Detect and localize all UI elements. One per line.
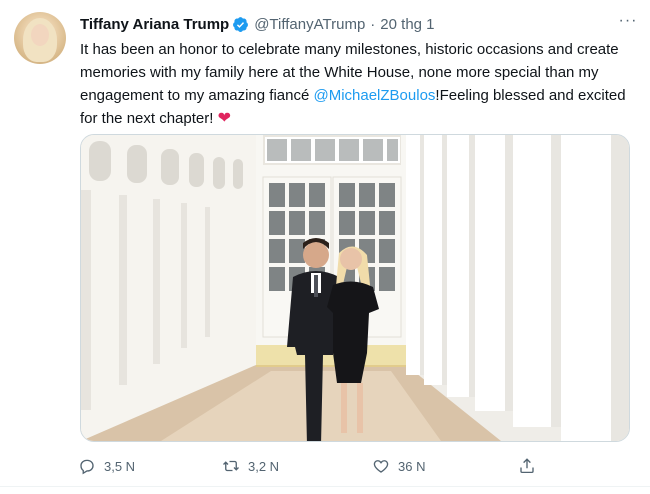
heart-emoji: ❤	[217, 110, 231, 127]
mention-link[interactable]: @MichaelZBoulos	[313, 87, 435, 104]
more-options-icon[interactable]: ···	[618, 12, 638, 30]
share-icon	[520, 458, 534, 474]
header-separator: ·	[370, 15, 376, 33]
retweet-icon	[223, 460, 239, 472]
reply-count: 3,5 N	[104, 458, 136, 474]
retweet-count: 3,2 N	[248, 458, 280, 474]
reply-icon	[80, 459, 94, 475]
tweet-photo[interactable]	[80, 134, 630, 442]
avatar-face	[31, 24, 49, 46]
tweet-date[interactable]: 20 thg 1	[380, 16, 434, 33]
tweet-divider	[0, 486, 650, 487]
like-count: 36 N	[398, 458, 426, 474]
verified-badge-icon	[233, 16, 249, 32]
tweet-text: It has been an honor to celebrate many m…	[80, 38, 638, 130]
share-button[interactable]	[518, 456, 544, 476]
author-name[interactable]: Tiffany Ariana Trump	[80, 16, 229, 33]
author-avatar[interactable]	[14, 12, 66, 64]
retweet-button[interactable]: 3,2 N	[222, 456, 372, 476]
photo-scene	[81, 135, 629, 441]
like-button[interactable]: 36 N	[372, 456, 518, 476]
tweet-actions: 3,5 N 3,2 N 36 N	[78, 456, 548, 476]
author-handle[interactable]: @TiffanyATrump	[254, 16, 365, 33]
heart-icon	[373, 460, 389, 473]
reply-button[interactable]: 3,5 N	[78, 456, 222, 476]
tweet[interactable]: Tiffany Ariana Trump @TiffanyATrump · 20…	[0, 0, 650, 494]
tweet-header: Tiffany Ariana Trump @TiffanyATrump · 20…	[80, 14, 636, 34]
